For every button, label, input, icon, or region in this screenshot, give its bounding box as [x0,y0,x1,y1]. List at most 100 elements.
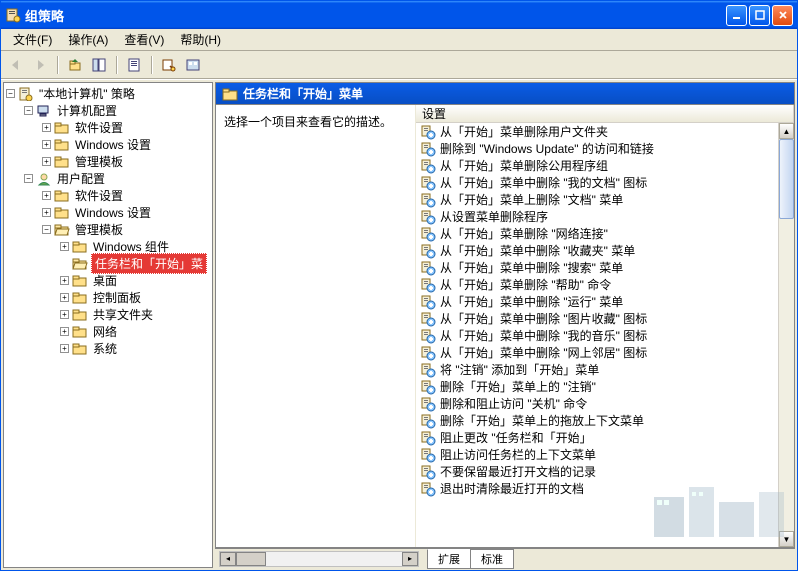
list-item[interactable]: 从「开始」菜单中删除 "图片收藏" 图标 [416,310,794,327]
list-item[interactable]: 从「开始」菜单删除用户文件夹 [416,123,794,140]
scroll-down-button[interactable]: ▼ [779,531,794,547]
tree-expander[interactable]: − [24,106,33,115]
list-item[interactable]: 删除「开始」菜单上的拖放上下文菜单 [416,412,794,429]
settings-list-pane: 设置 从「开始」菜单删除用户文件夹删除到 "Windows Update" 的访… [416,105,794,547]
menu-help[interactable]: 帮助(H) [172,29,229,50]
minimize-button[interactable] [726,5,747,26]
list-item-label: 从「开始」菜单删除公用程序组 [440,157,608,174]
policy-icon [18,87,34,101]
scroll-right-button[interactable]: ▸ [402,552,418,566]
up-button[interactable] [64,54,86,76]
folder-icon [54,121,70,135]
list-item-label: 从「开始」菜单删除 "帮助" 命令 [440,276,611,293]
tree-node-admin-bot-4[interactable]: +系统 [60,340,210,357]
tree-expander[interactable]: + [42,157,51,166]
tree-label: 计算机配置 [55,102,119,119]
filter-button[interactable] [158,54,180,76]
list-item[interactable]: 删除到 "Windows Update" 的访问和链接 [416,140,794,157]
tree-node-user-windows[interactable]: +Windows 设置 [42,204,210,221]
toolbar-separator [57,56,58,74]
folder-icon [54,138,70,152]
list-item[interactable]: 从「开始」菜单中删除 "搜索" 菜单 [416,259,794,276]
list-item[interactable]: 从「开始」菜单中删除 "网上邻居" 图标 [416,344,794,361]
list-item[interactable]: 退出时清除最近打开的文档 [416,480,794,497]
tree-node-user-admin[interactable]: −管理模板 [42,221,210,238]
tree-node-computer[interactable]: − 计算机配置 [24,102,210,119]
setting-icon [420,124,436,140]
tree-node-comp-2[interactable]: +管理模板 [42,153,210,170]
folder-icon [54,223,70,237]
list-item-label: 从「开始」菜单中删除 "搜索" 菜单 [440,259,623,276]
list-item[interactable]: 删除和阻止访问 "关机" 命令 [416,395,794,412]
list-item[interactable]: 从「开始」菜单中删除 "我的音乐" 图标 [416,327,794,344]
list-item[interactable]: 阻止更改 "任务栏和「开始」 [416,429,794,446]
settings-list[interactable]: 从「开始」菜单删除用户文件夹删除到 "Windows Update" 的访问和链… [416,123,794,547]
list-item[interactable]: 删除「开始」菜单上的 "注销" [416,378,794,395]
list-item[interactable]: 不要保留最近打开文档的记录 [416,463,794,480]
menu-action[interactable]: 操作(A) [60,29,116,50]
list-item-label: 从「开始」菜单中删除 "运行" 菜单 [440,293,623,310]
list-item[interactable]: 从「开始」菜单上删除 "文档" 菜单 [416,191,794,208]
tree-node-comp-1[interactable]: +Windows 设置 [42,136,210,153]
tree-expander[interactable]: + [60,293,69,302]
tree-expander[interactable]: + [60,327,69,336]
list-item-label: 从「开始」菜单中删除 "收藏夹" 菜单 [440,242,635,259]
list-item[interactable]: 从「开始」菜单中删除 "我的文档" 图标 [416,174,794,191]
tree-node-user-software[interactable]: +软件设置 [42,187,210,204]
scroll-left-button[interactable]: ◂ [220,552,236,566]
list-item[interactable]: 将 "注销" 添加到「开始」菜单 [416,361,794,378]
tab-extended[interactable]: 扩展 [427,549,471,569]
tree-node-admin-bot-3[interactable]: +网络 [60,323,210,340]
tab-standard[interactable]: 标准 [470,549,514,569]
list-item[interactable]: 从「开始」菜单删除 "帮助" 命令 [416,276,794,293]
show-hide-tree-button[interactable] [88,54,110,76]
template-button[interactable] [182,54,204,76]
list-item-label: 从「开始」菜单删除用户文件夹 [440,123,608,140]
list-item[interactable]: 从「开始」菜单中删除 "运行" 菜单 [416,293,794,310]
tree-expander[interactable]: + [60,242,69,251]
column-header-setting[interactable]: 设置 [416,105,794,122]
tree-node-root[interactable]: −"本地计算机" 策略 [6,85,210,102]
detail-title: 任务栏和「开始」菜单 [243,85,363,102]
folder-icon [54,206,70,220]
list-item[interactable]: 从「开始」菜单删除公用程序组 [416,157,794,174]
detail-body: 选择一个项目来查看它的描述。 设置 从「开始」菜单删除用户文件夹删除到 "Win… [215,104,795,548]
menu-view[interactable]: 查看(V) [116,29,172,50]
properties-button[interactable] [123,54,145,76]
list-item-label: 删除「开始」菜单上的 "注销" [440,378,596,395]
list-item[interactable]: 阻止访问任务栏的上下文菜单 [416,446,794,463]
scroll-thumb-h[interactable] [236,552,266,566]
scroll-thumb[interactable] [779,139,794,219]
tree-expander[interactable]: + [60,344,69,353]
tree-node-taskbar-start[interactable]: +任务栏和「开始」菜 [60,255,210,272]
scroll-up-button[interactable]: ▲ [779,123,794,139]
horizontal-scrollbar[interactable]: ◂ ▸ [219,551,419,567]
titlebar[interactable]: 组策略 [1,1,797,29]
list-header: 设置 [416,105,794,123]
maximize-button[interactable] [749,5,770,26]
tree-expander[interactable]: + [42,208,51,217]
list-item[interactable]: 从设置菜单删除程序 [416,208,794,225]
tree-expander[interactable]: + [42,123,51,132]
window-controls [726,5,793,26]
tree-node-admin-bot-2[interactable]: +共享文件夹 [60,306,210,323]
close-button[interactable] [772,5,793,26]
tree-node-comp-0[interactable]: +软件设置 [42,119,210,136]
list-item[interactable]: 从「开始」菜单中删除 "收藏夹" 菜单 [416,242,794,259]
vertical-scrollbar[interactable]: ▲ ▼ [778,123,794,547]
tree-expander[interactable]: − [42,225,51,234]
list-item[interactable]: 从「开始」菜单删除 "网络连接" [416,225,794,242]
tree-expander[interactable]: − [24,174,33,183]
tree-node-admin-bot-0[interactable]: +桌面 [60,272,210,289]
folder-icon [72,308,88,322]
tree-expander[interactable]: − [6,89,15,98]
menu-file[interactable]: 文件(F) [5,29,60,50]
tree-expander[interactable]: + [42,191,51,200]
tree-node-user[interactable]: −用户配置 [24,170,210,187]
list-item-label: 删除「开始」菜单上的拖放上下文菜单 [440,412,644,429]
tree-expander[interactable]: + [60,310,69,319]
tree-pane[interactable]: −"本地计算机" 策略−计算机配置+软件设置+Windows 设置+管理模板−用… [3,82,213,568]
tree-expander[interactable]: + [60,276,69,285]
tree-expander[interactable]: + [42,140,51,149]
tree-node-admin-bot-1[interactable]: +控制面板 [60,289,210,306]
